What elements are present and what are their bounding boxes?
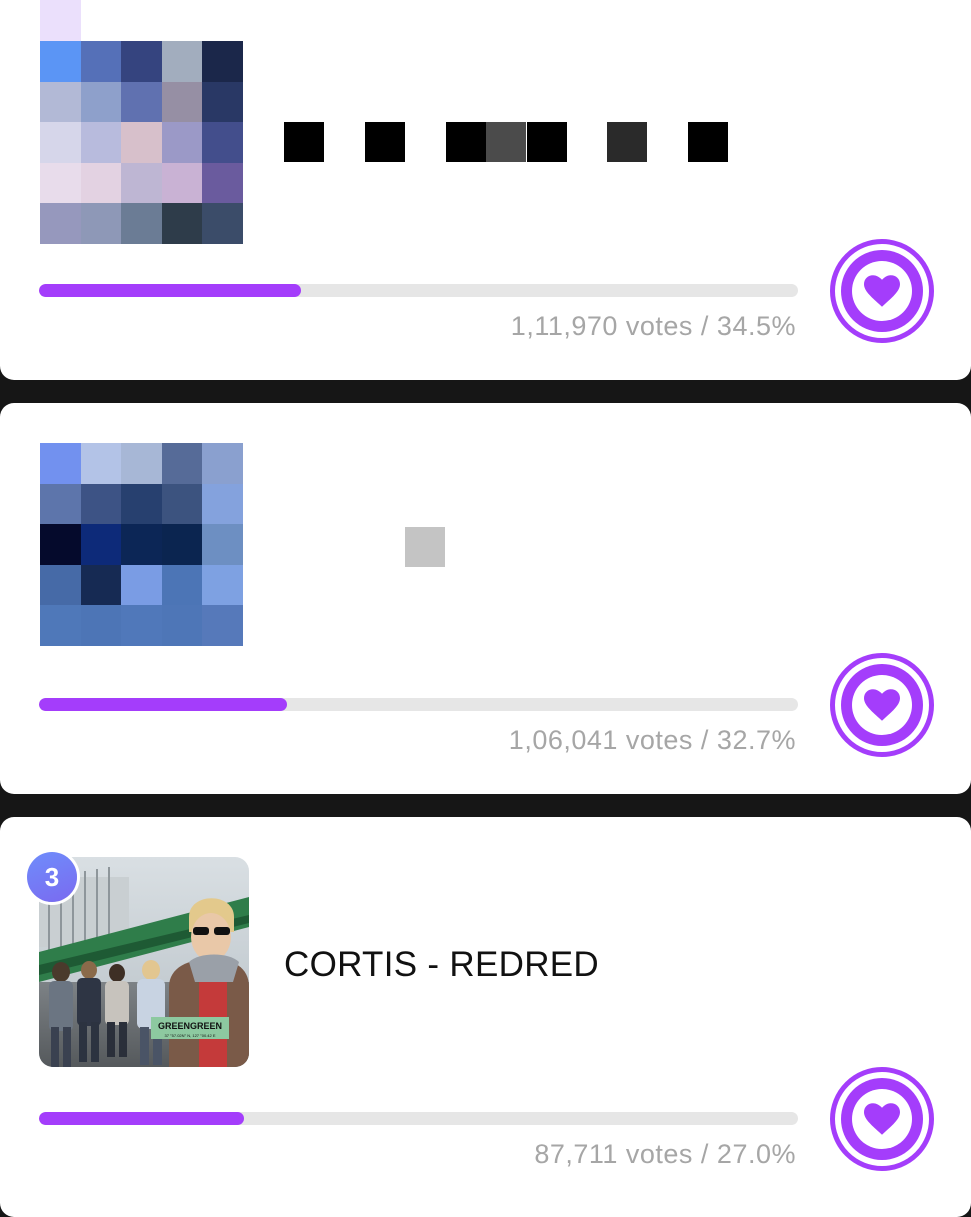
album-sign-text: GREENGREEN bbox=[158, 1021, 222, 1031]
vote-progress-fill bbox=[39, 698, 288, 711]
vote-stats: 1,11,970 votes / 34.5% bbox=[510, 311, 796, 341]
album-art-pixelated-edge bbox=[40, 0, 81, 41]
vote-button[interactable] bbox=[830, 239, 934, 343]
heart-icon bbox=[864, 1103, 900, 1135]
vote-card: 3 GREENGREEN 37 °57.02N° N, 127 °00.42 E… bbox=[0, 817, 971, 1217]
vote-progress-bar bbox=[39, 698, 798, 711]
heart-icon bbox=[864, 689, 900, 721]
album-art-pixelated bbox=[40, 41, 243, 244]
vote-stats: 87,711 votes / 27.0% bbox=[534, 1139, 796, 1169]
vote-button[interactable] bbox=[830, 653, 934, 757]
vote-progress-fill bbox=[39, 284, 301, 297]
vote-stats: 1,06,041 votes / 32.7% bbox=[508, 725, 796, 755]
album-sign-subtext: 37 °57.02N° N, 127 °00.42 E bbox=[164, 1033, 215, 1038]
vote-progress-bar bbox=[39, 284, 798, 297]
vote-card: 1,11,970 votes / 34.5% bbox=[0, 0, 971, 380]
rank-badge: 3 bbox=[27, 852, 77, 902]
heart-icon bbox=[864, 275, 900, 307]
vote-card: 1,06,041 votes / 32.7% bbox=[0, 403, 971, 794]
vote-progress-bar bbox=[39, 1112, 798, 1125]
vote-button[interactable] bbox=[830, 1067, 934, 1171]
vote-progress-fill bbox=[39, 1112, 244, 1125]
album-art-pixelated bbox=[40, 443, 243, 646]
song-title: CORTIS - REDRED bbox=[284, 945, 599, 984]
